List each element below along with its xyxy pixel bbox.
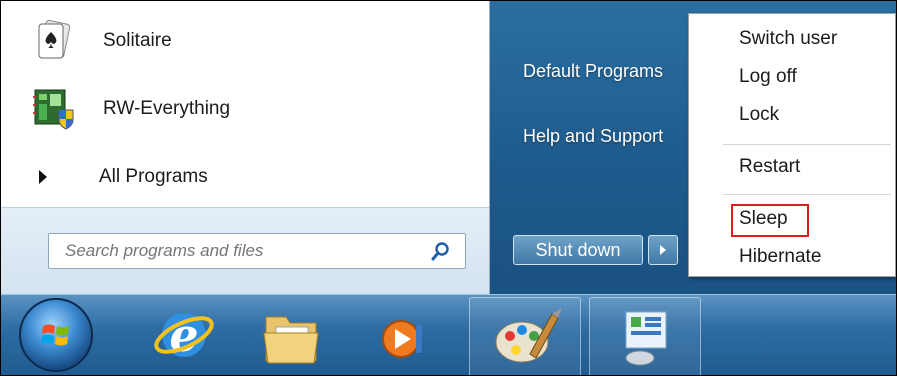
menu-item-sleep[interactable]: Sleep — [739, 208, 788, 230]
menu-item-log-off[interactable]: Log off — [739, 66, 797, 88]
media-player-icon[interactable] — [366, 299, 436, 375]
menu-item-hibernate[interactable]: Hibernate — [739, 246, 821, 268]
rw-everything-icon — [31, 86, 77, 132]
taskbar-button-paint[interactable] — [469, 297, 581, 375]
help-and-support-link[interactable]: Help and Support — [523, 126, 663, 147]
menu-separator — [723, 194, 891, 195]
shut-down-options-button[interactable] — [648, 235, 678, 265]
program-label: Solitaire — [103, 30, 172, 51]
search-icon[interactable] — [431, 241, 451, 266]
solitaire-icon — [31, 18, 77, 64]
menu-item-switch-user[interactable]: Switch user — [739, 28, 837, 50]
screenshot-frame: Solitaire RW-Everything All Programs Sea… — [0, 0, 897, 376]
taskbar — [1, 294, 896, 375]
start-orb-icon[interactable] — [19, 298, 93, 372]
internet-explorer-icon[interactable]: e — [149, 299, 219, 375]
all-programs-item[interactable]: All Programs — [39, 166, 208, 188]
power-options-menu: Switch user Log off Lock Restart Sleep H… — [688, 13, 896, 277]
paint-icon — [495, 308, 562, 363]
program-item-rw-everything[interactable]: RW-Everything — [31, 79, 230, 139]
taskbar-button-control-panel[interactable] — [589, 297, 701, 375]
svg-text:e: e — [169, 308, 198, 362]
menu-separator — [723, 144, 891, 145]
default-programs-link[interactable]: Default Programs — [523, 61, 663, 82]
chevron-right-icon — [660, 245, 666, 255]
program-label: RW-Everything — [103, 98, 231, 119]
expand-arrow-icon — [39, 170, 47, 184]
all-programs-label: All Programs — [99, 166, 208, 187]
search-input[interactable] — [63, 240, 427, 262]
menu-item-lock[interactable]: Lock — [739, 104, 779, 126]
search-box[interactable] — [48, 233, 466, 269]
control-panel-icon — [625, 311, 667, 366]
menu-item-restart[interactable]: Restart — [739, 156, 800, 178]
windows-explorer-icon[interactable] — [256, 299, 326, 375]
programs-pane: Solitaire RW-Everything All Programs — [1, 1, 490, 295]
shut-down-button[interactable]: Shut down — [513, 235, 643, 265]
program-item-solitaire[interactable]: Solitaire — [31, 11, 172, 71]
